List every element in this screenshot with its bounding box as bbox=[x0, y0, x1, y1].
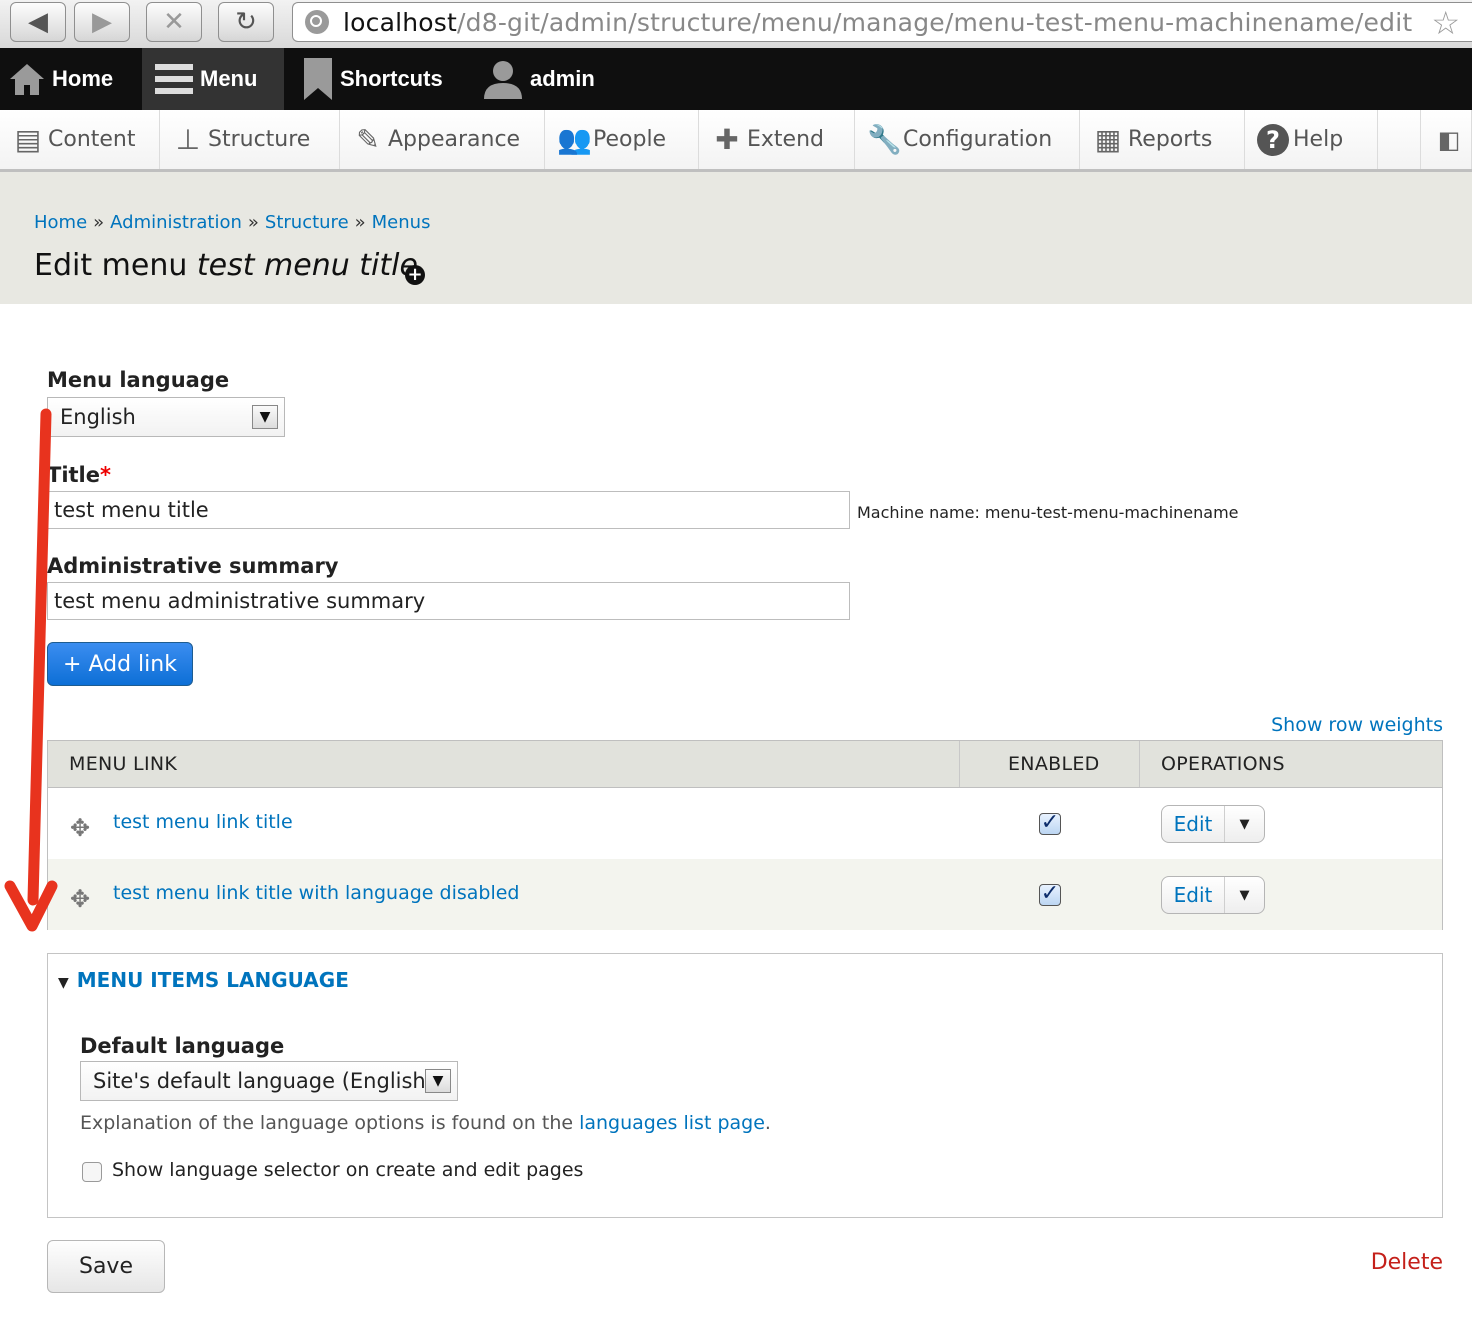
add-shortcut-icon[interactable]: + bbox=[405, 265, 425, 285]
default-language-select[interactable]: Site's default language (English) ▼ bbox=[80, 1061, 458, 1101]
edit-button[interactable]: Edit bbox=[1162, 806, 1225, 842]
title-input[interactable]: test menu title bbox=[47, 491, 850, 529]
breadcrumb-separator: » bbox=[354, 212, 366, 233]
edit-button[interactable]: Edit bbox=[1162, 877, 1225, 913]
drag-handle-icon[interactable]: ✥ bbox=[70, 816, 94, 840]
bookmark-star-icon[interactable]: ☆ bbox=[1431, 3, 1460, 43]
chevron-down-icon: ▼ bbox=[252, 405, 278, 429]
caret-down-icon[interactable]: ▼ bbox=[1225, 888, 1264, 903]
menu-item-help[interactable]: ? Help bbox=[1245, 110, 1378, 169]
show-row-weights-link[interactable]: Show row weights bbox=[1271, 714, 1443, 736]
summary-label: Administrative summary bbox=[47, 554, 339, 578]
th-menu-link: MENU LINK bbox=[69, 753, 178, 775]
breadcrumb-home[interactable]: Home bbox=[34, 212, 87, 233]
toolbar-user[interactable]: admin bbox=[482, 48, 595, 110]
forward-arrow-icon: ▶ bbox=[92, 7, 112, 37]
th-enabled: ENABLED bbox=[1008, 753, 1100, 775]
stop-button[interactable]: ✕ bbox=[146, 2, 202, 42]
user-icon bbox=[484, 61, 522, 99]
menu-item-configuration[interactable]: 🔧 Configuration bbox=[855, 110, 1080, 169]
menu-language-select[interactable]: English ▼ bbox=[47, 397, 285, 437]
tray-orientation-toggle[interactable]: ◧ bbox=[1420, 110, 1472, 169]
required-marker: * bbox=[100, 463, 111, 487]
breadcrumb-structure[interactable]: Structure bbox=[265, 212, 349, 233]
toolbar-home[interactable]: Home bbox=[8, 48, 113, 110]
wrench-icon: 🔧 bbox=[867, 122, 902, 156]
operations-dropbutton: Edit ▼ bbox=[1161, 876, 1265, 914]
menu-links-table: MENU LINK ENABLED OPERATIONS ✥ test menu… bbox=[47, 740, 1443, 930]
menu-link-title[interactable]: test menu link title with language disab… bbox=[113, 882, 520, 904]
forward-button[interactable]: ▶ bbox=[74, 2, 130, 42]
table-header: MENU LINK ENABLED OPERATIONS bbox=[48, 741, 1442, 788]
menu-item-reports[interactable]: ▦ Reports bbox=[1080, 110, 1245, 169]
machine-name-text: Machine name: menu-test-menu-machinename bbox=[857, 503, 1239, 522]
operations-dropbutton: Edit ▼ bbox=[1161, 805, 1265, 843]
language-description: Explanation of the language options is f… bbox=[80, 1112, 771, 1134]
document-icon: ▤ bbox=[14, 122, 42, 156]
breadcrumb: Home» Administration» Structure» Menus bbox=[34, 212, 430, 233]
sidebar-toggle-icon: ◧ bbox=[1437, 125, 1461, 154]
home-icon bbox=[10, 64, 44, 95]
breadcrumb-administration[interactable]: Administration bbox=[110, 212, 242, 233]
title-label: Title* bbox=[47, 463, 111, 487]
menu-link-title[interactable]: test menu link title bbox=[113, 811, 293, 833]
add-link-button[interactable]: + Add link bbox=[47, 642, 193, 686]
enabled-checkbox[interactable]: ✓ bbox=[1039, 883, 1061, 906]
column-divider bbox=[1139, 741, 1140, 787]
url-text: localhost/d8-git/admin/structure/menu/ma… bbox=[343, 7, 1413, 37]
drag-handle-icon[interactable]: ✥ bbox=[70, 887, 94, 911]
menu-item-structure[interactable]: ⊥ Structure bbox=[160, 110, 340, 169]
menu-item-extend[interactable]: ✚ Extend bbox=[699, 110, 855, 169]
back-arrow-icon: ◀ bbox=[28, 7, 48, 37]
menu-item-people[interactable]: 👥 People bbox=[545, 110, 699, 169]
details-summary[interactable]: ▼ MENU ITEMS LANGUAGE bbox=[58, 968, 349, 992]
chevron-down-icon: ▼ bbox=[425, 1069, 451, 1093]
hamburger-icon bbox=[155, 64, 193, 94]
toolbar-menu[interactable]: Menu bbox=[142, 48, 284, 110]
menu-items-language-details: ▼ MENU ITEMS LANGUAGE Default language Si… bbox=[47, 953, 1443, 1218]
reload-icon: ↻ bbox=[235, 7, 257, 37]
menu-item-appearance[interactable]: ✎ Appearance bbox=[340, 110, 545, 169]
summary-input[interactable]: test menu administrative summary bbox=[47, 582, 850, 620]
menu-language-label: Menu language bbox=[47, 368, 230, 392]
sitemap-icon: ⊥ bbox=[175, 122, 201, 156]
enabled-checkbox[interactable]: ✓ bbox=[1039, 812, 1061, 835]
admin-toolbar: Home Menu Shortcuts admin bbox=[0, 48, 1472, 110]
breadcrumb-separator: » bbox=[247, 212, 259, 233]
table-row: ✥ test menu link title ✓ Edit ▼ bbox=[48, 788, 1442, 859]
default-language-label: Default language bbox=[80, 1034, 285, 1058]
bookmark-icon bbox=[304, 58, 332, 100]
address-bar[interactable]: localhost/d8-git/admin/structure/menu/ma… bbox=[292, 2, 1472, 42]
page-header: Home» Administration» Structure» Menus Edit… bbox=[0, 172, 1472, 304]
menu-item-content[interactable]: ▤ Content bbox=[0, 110, 160, 169]
table-row: ✥ test menu link title with language dis… bbox=[48, 859, 1442, 930]
people-icon: 👥 bbox=[557, 122, 592, 156]
close-icon: ✕ bbox=[163, 7, 185, 37]
help-icon: ? bbox=[1257, 123, 1289, 156]
breadcrumb-menus[interactable]: Menus bbox=[372, 212, 431, 233]
breadcrumb-separator: » bbox=[93, 212, 105, 233]
triangle-down-icon: ▼ bbox=[58, 975, 69, 991]
puzzle-icon: ✚ bbox=[715, 122, 739, 156]
show-language-selector-checkbox[interactable] bbox=[82, 1162, 102, 1182]
page-title: Edit menu test menu title bbox=[34, 248, 418, 283]
reload-button[interactable]: ↻ bbox=[218, 2, 274, 42]
delete-link[interactable]: Delete bbox=[1371, 1250, 1443, 1275]
save-button[interactable]: Save bbox=[47, 1240, 165, 1293]
paintbrush-icon: ✎ bbox=[356, 122, 380, 156]
caret-down-icon[interactable]: ▼ bbox=[1225, 817, 1264, 832]
column-divider bbox=[959, 741, 960, 787]
reports-icon: ▦ bbox=[1094, 122, 1122, 156]
th-operations: OPERATIONS bbox=[1161, 753, 1285, 775]
show-language-selector-label[interactable]: Show language selector on create and edi… bbox=[112, 1159, 583, 1181]
globe-icon bbox=[305, 10, 329, 34]
back-button[interactable]: ◀ bbox=[10, 2, 66, 42]
admin-menu-tray: ▤ Content ⊥ Structure ✎ Appearance 👥 People … bbox=[0, 110, 1472, 172]
browser-chrome: ◀ ▶ ✕ ↻ localhost/d8-git/admin/structure… bbox=[0, 0, 1472, 49]
toolbar-shortcuts[interactable]: Shortcuts bbox=[302, 48, 443, 110]
languages-list-link[interactable]: languages list page bbox=[579, 1112, 765, 1134]
